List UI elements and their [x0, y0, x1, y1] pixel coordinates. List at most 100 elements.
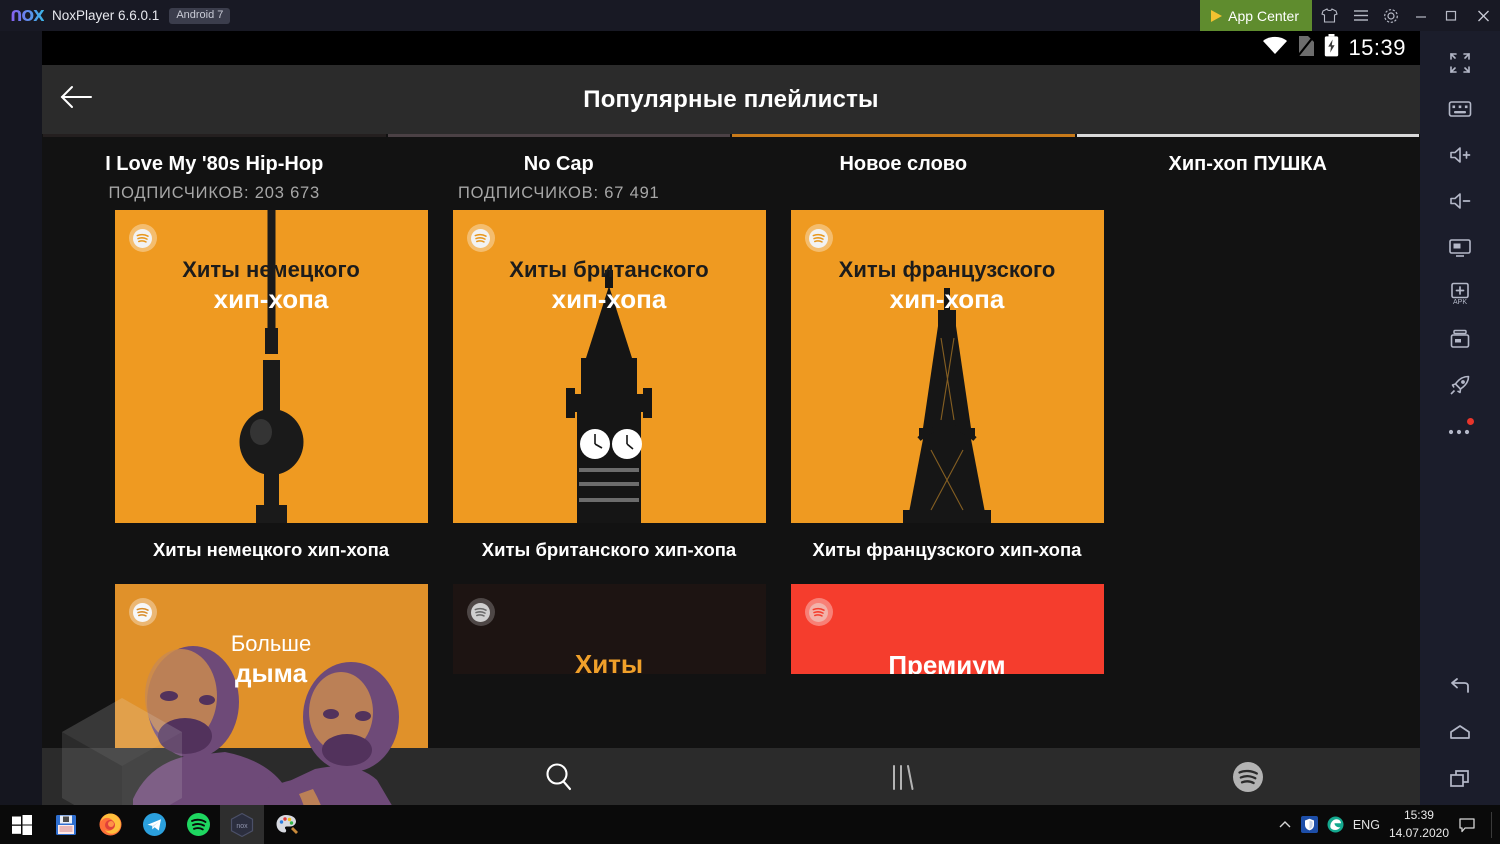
tshirt-icon[interactable]	[1312, 0, 1346, 31]
more-dots-icon[interactable]	[1438, 411, 1482, 451]
card-caption: Хиты французского хип-хопа	[812, 539, 1082, 560]
chevron-up-icon[interactable]	[1278, 819, 1292, 831]
playlist-title-cell[interactable]: No Cap ПОДПИСЧИКОВ: 67 491	[387, 150, 732, 203]
taskbar-app-firefox[interactable]	[88, 805, 132, 844]
maximize-icon[interactable]	[1436, 0, 1466, 31]
album-art[interactable]: Хиты британского хип-хопа	[452, 210, 766, 523]
divider-2	[387, 134, 730, 137]
playlist-name: No Cap	[523, 153, 594, 175]
app-center-label: App Center	[1228, 7, 1299, 24]
android-back-icon[interactable]	[1438, 667, 1482, 707]
album-art-line2: хип-хопа	[889, 283, 1005, 314]
battery-charging-icon	[1324, 34, 1339, 62]
nav-library[interactable]	[731, 748, 1076, 805]
windows-taskbar: nox ENG 15:39 14.07.2020	[0, 805, 1500, 844]
language-indicator[interactable]: ENG	[1353, 818, 1380, 832]
taskbar-app-noxplayer[interactable]: nox	[220, 805, 264, 844]
album-art-line1: Хиты	[574, 649, 644, 674]
back-arrow-icon[interactable]	[60, 83, 94, 116]
playlist-title-cell[interactable]: Хип-хоп ПУШКА	[1076, 150, 1421, 203]
taskbar-app-spotify[interactable]	[176, 805, 220, 844]
tray-separator	[1491, 811, 1492, 838]
playlist-grid: Хиты немецкого хип-хопа Хиты немецкого х…	[42, 203, 1420, 805]
edge-icon[interactable]	[1327, 816, 1344, 833]
album-art-line1: Больше	[230, 631, 312, 656]
play-store-icon	[1211, 9, 1223, 22]
album-art-text: Хиты французского хип-хопа	[791, 257, 1104, 314]
divider-4	[1076, 134, 1419, 137]
apk-install-icon[interactable]: APK	[1438, 273, 1482, 313]
playlist-name: Новое слово	[839, 153, 968, 175]
title-bar-controls: App Center	[1200, 0, 1500, 31]
clock-time: 15:39	[1403, 808, 1434, 823]
minimize-icon[interactable]	[1406, 0, 1436, 31]
taskbar-app-notepad[interactable]	[44, 805, 88, 844]
no-sim-icon	[1297, 34, 1316, 62]
close-icon[interactable]	[1466, 0, 1500, 31]
spotify-header: Популярные плейлисты	[42, 65, 1420, 134]
keyboard-icon[interactable]	[1438, 89, 1482, 129]
playlist-card[interactable]: Хиты французского хип-хопа Хиты французс…	[778, 210, 1116, 584]
noxplayer-window: ꓵꓳꓫ NoxPlayer 6.6.0.1 Android 7 App Cent…	[0, 0, 1500, 844]
album-art-line1: Хиты британского	[509, 257, 709, 282]
nox-sidebar: APK	[1420, 31, 1500, 805]
rocket-icon[interactable]	[1438, 365, 1482, 405]
spotify-icon	[804, 598, 833, 626]
android-home-icon[interactable]	[1438, 713, 1482, 753]
playlist-subscribers: ПОДПИСЧИКОВ: 67 491	[457, 184, 660, 202]
playlist-title-cell[interactable]: Новое слово	[731, 150, 1076, 203]
playlist-name: Хип-хоп ПУШКА	[1168, 153, 1327, 175]
android-version-badge: Android 7	[169, 7, 231, 24]
album-art-line1: Хиты французского	[838, 257, 1056, 282]
taskbar-app-paint[interactable]	[264, 805, 308, 844]
android-screen: 15:39 Популярные плейлисты I Love My '80…	[42, 31, 1420, 805]
search-icon	[546, 762, 571, 790]
nav-search[interactable]	[387, 748, 732, 805]
library-icon	[893, 764, 914, 790]
card-caption: Хиты британского хип-хопа	[481, 539, 737, 560]
album-art-line2: хип-хопа	[551, 283, 667, 314]
hamburger-menu-icon[interactable]	[1346, 0, 1376, 31]
svg-text:APK: APK	[1453, 299, 1467, 305]
page-title: Популярные плейлисты	[583, 85, 879, 113]
card-caption: Хиты немецкого хип-хопа	[152, 539, 390, 560]
album-art-text: Больше дыма	[115, 631, 428, 688]
app-title: NoxPlayer 6.6.0.1	[52, 8, 160, 23]
album-art-line1: Премиум	[888, 650, 1006, 674]
system-tray: ENG 15:39 14.07.2020	[1278, 807, 1500, 842]
fullscreen-icon[interactable]	[1438, 43, 1482, 83]
taskbar-app-telegram[interactable]	[132, 805, 176, 844]
playlist-title-cell[interactable]: I Love My '80s Hip-Hop ПОДПИСЧИКОВ: 203 …	[42, 150, 387, 203]
shield-icon[interactable]	[1300, 816, 1318, 833]
playlist-title-row: I Love My '80s Hip-Hop ПОДПИСЧИКОВ: 203 …	[42, 137, 1420, 203]
album-art-text: Хиты немецкого хип-хопа	[115, 257, 428, 314]
album-art-line1: Хиты немецкого	[182, 257, 360, 282]
volume-up-icon[interactable]	[1438, 135, 1482, 175]
playlist-card[interactable]: Больше дыма Больше дыма	[102, 584, 440, 805]
album-art[interactable]: Больше дыма	[114, 584, 428, 805]
gear-icon[interactable]	[1376, 0, 1406, 31]
app-center-button[interactable]: App Center	[1200, 0, 1312, 31]
android-status-bar: 15:39	[42, 31, 1420, 65]
playlist-name: I Love My '80s Hip-Hop	[105, 153, 324, 175]
playlist-card[interactable]: Хиты немецкого хип-хопа Хиты немецкого х…	[102, 210, 440, 584]
android-recents-icon[interactable]	[1438, 759, 1482, 799]
album-art-line2: хип-хопа	[213, 283, 329, 314]
title-bar: ꓵꓳꓫ NoxPlayer 6.6.0.1 Android 7 App Cent…	[0, 0, 1500, 31]
album-art[interactable]: Хиты французского хип-хопа	[790, 210, 1104, 523]
volume-down-icon[interactable]	[1438, 181, 1482, 221]
playlist-card[interactable]: Хиты британского хип-хопа Хиты британско…	[440, 210, 778, 584]
album-art[interactable]: Хиты	[452, 584, 766, 674]
taskbar-clock[interactable]: 15:39 14.07.2020	[1389, 807, 1449, 842]
multi-instance-icon[interactable]	[1438, 319, 1482, 359]
status-bar-time: 15:39	[1348, 35, 1406, 60]
playlist-subscribers: ПОДПИСЧИКОВ: 203 673	[108, 184, 321, 202]
notification-icon[interactable]	[1458, 816, 1476, 833]
monitor-icon[interactable]	[1438, 227, 1482, 267]
nav-spotify[interactable]	[1076, 748, 1421, 805]
album-art[interactable]: Премиум	[790, 584, 1104, 674]
album-art[interactable]: Хиты немецкого хип-хопа	[114, 210, 428, 523]
divider-3	[732, 134, 1075, 137]
windows-start-icon[interactable]	[0, 805, 44, 844]
notification-dot	[1467, 418, 1474, 425]
